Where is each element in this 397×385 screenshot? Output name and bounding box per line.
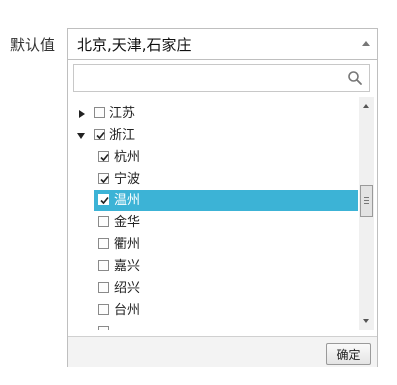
tree-row-jiangsu[interactable]: 江苏 — [69, 103, 358, 124]
tree-row-partial — [69, 322, 358, 330]
checkbox[interactable] — [98, 326, 109, 330]
default-value-select[interactable]: 北京,天津,石家庄 — [67, 28, 378, 60]
tree-row-zhejiang[interactable]: 浙江 — [69, 125, 358, 146]
checkbox[interactable] — [98, 194, 109, 205]
selected-values-text: 北京,天津,石家庄 — [77, 36, 192, 54]
grip-line — [364, 197, 369, 198]
confirm-button[interactable]: 确定 — [326, 343, 371, 365]
tree-row-quzhou[interactable]: 衢州 — [69, 234, 358, 255]
tree-row-jiaxing[interactable]: 嘉兴 — [69, 256, 358, 277]
scrollbar-thumb[interactable] — [360, 185, 373, 217]
tree-item-label: 温州 — [114, 193, 141, 208]
scroll-down-arrow-icon[interactable] — [363, 319, 369, 323]
dropdown-footer: 确定 — [68, 336, 377, 367]
default-value-label: 默认值 — [10, 36, 56, 54]
checkbox[interactable] — [98, 260, 109, 271]
search-input[interactable] — [74, 65, 351, 91]
region-tree: 江苏 浙江 杭州 宁波 温州 金华 衢州 嘉兴 绍兴 台州 — [69, 97, 358, 330]
tree-row-hangzhou[interactable]: 杭州 — [69, 147, 358, 168]
checkbox[interactable] — [98, 151, 109, 162]
checkbox[interactable] — [98, 216, 109, 227]
checkbox[interactable] — [98, 173, 109, 184]
grip-line — [364, 200, 369, 201]
tree-row-wenzhou[interactable]: 温州 — [94, 190, 358, 211]
tree-item-label: 杭州 — [114, 150, 141, 165]
tree-row-shaoxing[interactable]: 绍兴 — [69, 278, 358, 299]
search-box — [73, 64, 370, 92]
select-dropdown-panel: 江苏 浙江 杭州 宁波 温州 金华 衢州 嘉兴 绍兴 台州 确定 — [67, 59, 378, 367]
tree-item-label: 绍兴 — [114, 281, 141, 296]
grip-line — [364, 203, 369, 204]
checkbox[interactable] — [98, 238, 109, 249]
tree-scrollbar[interactable] — [359, 97, 374, 330]
checkbox[interactable] — [98, 304, 109, 315]
tree-item-label: 宁波 — [114, 172, 141, 187]
caret-up-icon[interactable] — [362, 41, 370, 46]
checkbox[interactable] — [98, 282, 109, 293]
scroll-up-arrow-icon[interactable] — [363, 104, 369, 108]
tree-row-taizhou[interactable]: 台州 — [69, 300, 358, 321]
tree-item-label: 金华 — [114, 215, 141, 230]
collapse-arrow-icon[interactable] — [77, 133, 85, 139]
expand-arrow-icon[interactable] — [79, 110, 85, 118]
checkbox[interactable] — [94, 107, 105, 118]
tree-item-label: 台州 — [114, 303, 141, 318]
search-icon[interactable] — [347, 70, 363, 90]
tree-row-ningbo[interactable]: 宁波 — [69, 169, 358, 190]
tree-row-jinhua[interactable]: 金华 — [69, 212, 358, 233]
tree-item-label: 江苏 — [109, 106, 136, 121]
tree-item-label: 衢州 — [114, 237, 141, 252]
tree-item-label: 浙江 — [109, 128, 136, 143]
tree-item-label: 嘉兴 — [114, 259, 141, 274]
checkbox[interactable] — [94, 129, 105, 140]
